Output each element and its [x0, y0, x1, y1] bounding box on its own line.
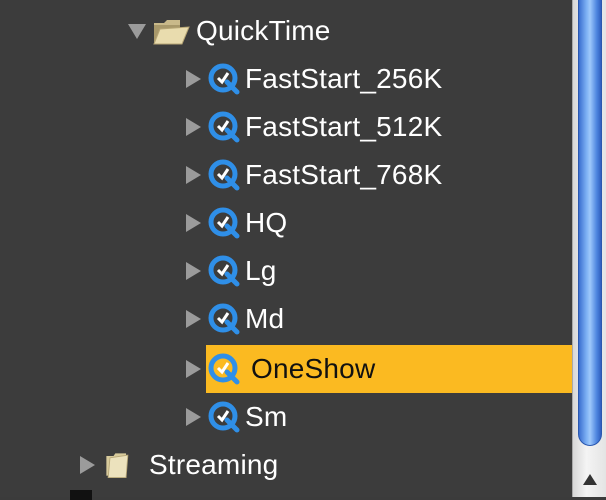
quicktime-icon: [208, 159, 240, 191]
tree-item-label: Lg: [245, 255, 277, 286]
arrow-up-icon: [583, 473, 597, 485]
vertical-scrollbar[interactable]: [572, 0, 606, 497]
tree-item-md[interactable]: Md: [0, 296, 572, 342]
tree-item-label: Md: [245, 303, 285, 334]
partial-item-icon: [70, 490, 92, 500]
tree-item-label: QuickTime: [196, 15, 331, 46]
tree-item-faststart-512k[interactable]: FastStart_512K: [0, 104, 572, 150]
disclosure-collapsed-icon[interactable]: [186, 262, 201, 280]
disclosure-collapsed-icon[interactable]: [186, 214, 201, 232]
tree-item-oneshow[interactable]: OneShow: [0, 346, 572, 392]
tree-item-label: FastStart_768K: [245, 159, 443, 190]
quicktime-icon: [208, 207, 240, 239]
quicktime-icon: [208, 353, 240, 385]
disclosure-collapsed-icon[interactable]: [186, 166, 201, 184]
tree-item-label: FastStart_256K: [245, 63, 443, 94]
tree-item-faststart-256k[interactable]: FastStart_256K: [0, 56, 572, 102]
quicktime-icon: [208, 303, 240, 335]
tree-item-quicktime[interactable]: QuickTime: [0, 8, 572, 54]
quicktime-icon: [208, 111, 240, 143]
folder-icon: [106, 453, 129, 478]
tree-item-streaming[interactable]: Streaming: [0, 442, 572, 488]
disclosure-collapsed-icon[interactable]: [186, 118, 201, 136]
tree-item-sm[interactable]: Sm: [0, 394, 572, 440]
disclosure-collapsed-icon[interactable]: [186, 70, 201, 88]
quicktime-icon: [208, 255, 240, 287]
tree-item-hq[interactable]: HQ: [0, 200, 572, 246]
file-tree: QuickTime FastStart_256K FastStart_512K …: [0, 0, 572, 500]
disclosure-collapsed-icon[interactable]: [186, 310, 201, 328]
tree-item-label: HQ: [245, 207, 288, 238]
disclosure-expanded-icon[interactable]: [128, 23, 146, 39]
scroll-up-button[interactable]: [573, 461, 606, 497]
tree-item-faststart-768k[interactable]: FastStart_768K: [0, 152, 572, 198]
tree-item-label: OneShow: [251, 353, 376, 384]
disclosure-collapsed-icon[interactable]: [186, 408, 201, 426]
tree-item-label: FastStart_512K: [245, 111, 443, 142]
open-folder-icon: [153, 20, 190, 45]
tree-item-label: Sm: [245, 401, 288, 432]
quicktime-icon: [208, 401, 240, 433]
quicktime-icon: [208, 63, 240, 95]
tree-item-label: Streaming: [149, 449, 279, 480]
disclosure-collapsed-icon[interactable]: [186, 360, 201, 378]
tree-item-lg[interactable]: Lg: [0, 248, 572, 294]
scrollbar-thumb[interactable]: [578, 0, 602, 446]
disclosure-collapsed-icon[interactable]: [80, 456, 95, 474]
